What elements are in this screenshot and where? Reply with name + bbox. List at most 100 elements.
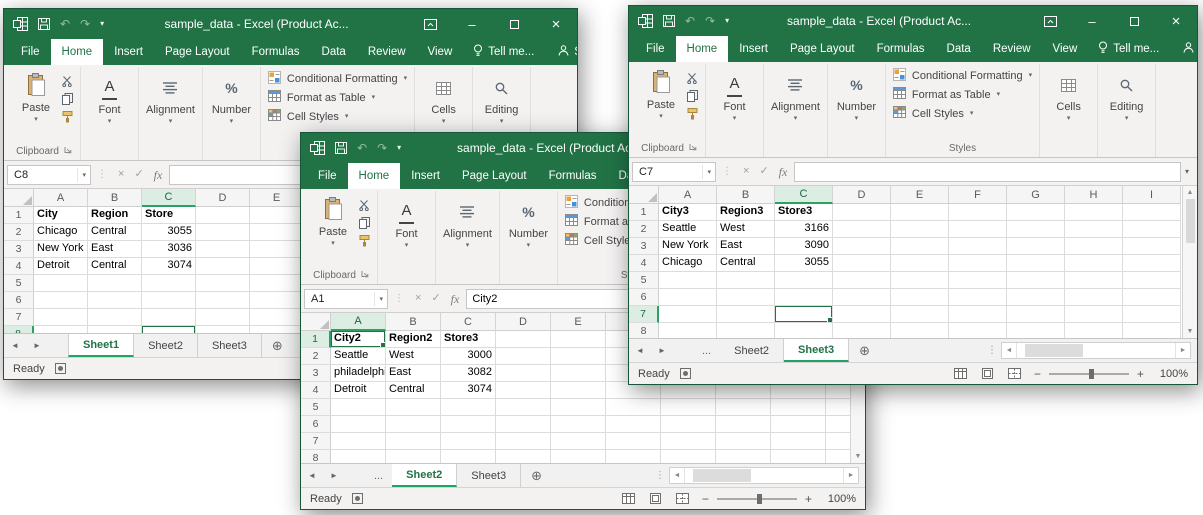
cell-F6[interactable] — [949, 289, 1007, 306]
cell-D1[interactable] — [833, 204, 891, 221]
cell-D2[interactable] — [196, 224, 250, 241]
page-break-view-button[interactable] — [669, 493, 696, 504]
row-header-3[interactable]: 3 — [301, 365, 331, 382]
cell-I2[interactable] — [1123, 221, 1181, 238]
cell-D2[interactable] — [496, 348, 551, 365]
cell-D7[interactable] — [833, 306, 891, 323]
close-button[interactable]: × — [1155, 6, 1197, 36]
cell-C2[interactable]: 3000 — [441, 348, 496, 365]
scroll-right-icon[interactable]: ► — [1175, 343, 1190, 358]
cell-A8[interactable] — [34, 326, 88, 333]
row-header-7[interactable]: 7 — [301, 433, 331, 450]
cell-C4[interactable]: 3074 — [441, 382, 496, 399]
zoom-slider-handle[interactable] — [1089, 369, 1094, 379]
cell-D7[interactable] — [196, 309, 250, 326]
cell-H2[interactable] — [1065, 221, 1123, 238]
format-painter-button[interactable] — [687, 108, 698, 120]
row-header-6[interactable]: 6 — [4, 292, 34, 309]
sheet-tab-sheet3[interactable]: Sheet3 — [457, 464, 521, 487]
redo-button[interactable]: ↷ — [705, 15, 715, 27]
macro-record-icon[interactable] — [55, 363, 66, 374]
ribbon-tab-home[interactable]: Home — [51, 39, 104, 65]
sheet-tab-sheet1[interactable]: Sheet1 — [68, 334, 134, 357]
ribbon-tab-file[interactable]: File — [307, 163, 348, 189]
cell-C5[interactable] — [142, 275, 196, 292]
column-header-A[interactable]: A — [34, 189, 88, 207]
undo-button[interactable]: ↶ — [60, 18, 70, 30]
cell-E6[interactable] — [250, 292, 304, 309]
cell-B7[interactable] — [88, 309, 142, 326]
cell-C3[interactable]: 3036 — [142, 241, 196, 258]
cell-A7[interactable] — [659, 306, 717, 323]
number-group-button[interactable]: % Number ▾ — [828, 64, 886, 157]
zoom-in-button[interactable]: + — [799, 493, 818, 505]
cell-I5[interactable] — [771, 399, 826, 416]
cell-E5[interactable] — [891, 272, 949, 289]
cell-C4[interactable]: 3074 — [142, 258, 196, 275]
paste-button[interactable]: Paste ▾ — [640, 66, 682, 120]
row-header-5[interactable]: 5 — [301, 399, 331, 416]
normal-view-button[interactable] — [947, 368, 974, 379]
sheet-tab-sheet2[interactable]: Sheet2 — [134, 334, 198, 357]
page-layout-view-button[interactable] — [974, 368, 1001, 379]
alignment-group-button[interactable]: Alignment ▾ — [436, 191, 500, 284]
scroll-left-icon[interactable]: ◄ — [670, 468, 685, 483]
cell-A4[interactable]: Detroit — [331, 382, 386, 399]
cell-styles-button[interactable]: Cell Styles ▾ — [893, 104, 973, 123]
font-group-button[interactable]: A Font ▾ — [378, 191, 436, 284]
formula-bar-expand-icon[interactable]: ▾ — [1181, 167, 1193, 176]
cell-C1[interactable]: Store3 — [441, 331, 496, 348]
column-header-E[interactable]: E — [250, 189, 304, 207]
cell-C4[interactable]: 3055 — [775, 255, 833, 272]
cut-button[interactable] — [62, 76, 73, 87]
cell-A1[interactable]: City — [34, 207, 88, 224]
cell-A5[interactable] — [34, 275, 88, 292]
horizontal-scroll-thumb[interactable] — [693, 469, 751, 482]
cell-E3[interactable] — [551, 365, 606, 382]
row-header-1[interactable]: 1 — [629, 204, 659, 221]
page-break-view-button[interactable] — [1001, 368, 1028, 379]
cell-F8[interactable] — [949, 323, 1007, 338]
cell-J5[interactable] — [826, 399, 850, 416]
cell-D6[interactable] — [496, 416, 551, 433]
cell-B8[interactable] — [386, 450, 441, 463]
enter-button[interactable]: ✓ — [754, 166, 773, 177]
cell-E8[interactable] — [891, 323, 949, 338]
row-header-2[interactable]: 2 — [629, 221, 659, 238]
row-header-4[interactable]: 4 — [4, 258, 34, 275]
cell-H5[interactable] — [1065, 272, 1123, 289]
name-box-dropdown-icon[interactable]: ▾ — [77, 168, 90, 182]
cell-C2[interactable]: 3166 — [775, 221, 833, 238]
cell-F1[interactable] — [949, 204, 1007, 221]
row-header-2[interactable]: 2 — [301, 348, 331, 365]
ribbon-tab-data[interactable]: Data — [311, 39, 357, 65]
cell-E7[interactable] — [891, 306, 949, 323]
cell-B5[interactable] — [88, 275, 142, 292]
cell-E2[interactable] — [551, 348, 606, 365]
clipboard-dialog-launcher[interactable] — [361, 270, 369, 281]
column-header-B[interactable]: B — [386, 313, 441, 331]
cell-D5[interactable] — [496, 399, 551, 416]
ribbon-tab-review[interactable]: Review — [982, 36, 1042, 62]
scroll-down-icon[interactable]: ▼ — [1187, 328, 1194, 335]
cell-G8[interactable] — [661, 450, 716, 463]
cell-D6[interactable] — [833, 289, 891, 306]
cell-E4[interactable] — [551, 382, 606, 399]
cell-B4[interactable]: Central — [386, 382, 441, 399]
cell-D4[interactable] — [196, 258, 250, 275]
sheet-tab-overflow[interactable]: ... — [693, 339, 720, 362]
cell-A6[interactable] — [331, 416, 386, 433]
cell-C7[interactable] — [775, 306, 833, 323]
cell-C6[interactable] — [775, 289, 833, 306]
sheet-nav-left-button[interactable]: ◄ — [4, 334, 26, 357]
number-group-button[interactable]: % Number ▾ — [203, 67, 261, 160]
cell-A1[interactable]: City3 — [659, 204, 717, 221]
cell-C1[interactable]: Store — [142, 207, 196, 224]
cut-button[interactable] — [687, 73, 698, 84]
cell-A6[interactable] — [34, 292, 88, 309]
name-box[interactable]: C7 ▾ — [632, 162, 716, 182]
cell-B8[interactable] — [717, 323, 775, 338]
font-group-button[interactable]: A Font ▾ — [706, 64, 764, 157]
cell-G5[interactable] — [1007, 272, 1065, 289]
column-header-D[interactable]: D — [496, 313, 551, 331]
